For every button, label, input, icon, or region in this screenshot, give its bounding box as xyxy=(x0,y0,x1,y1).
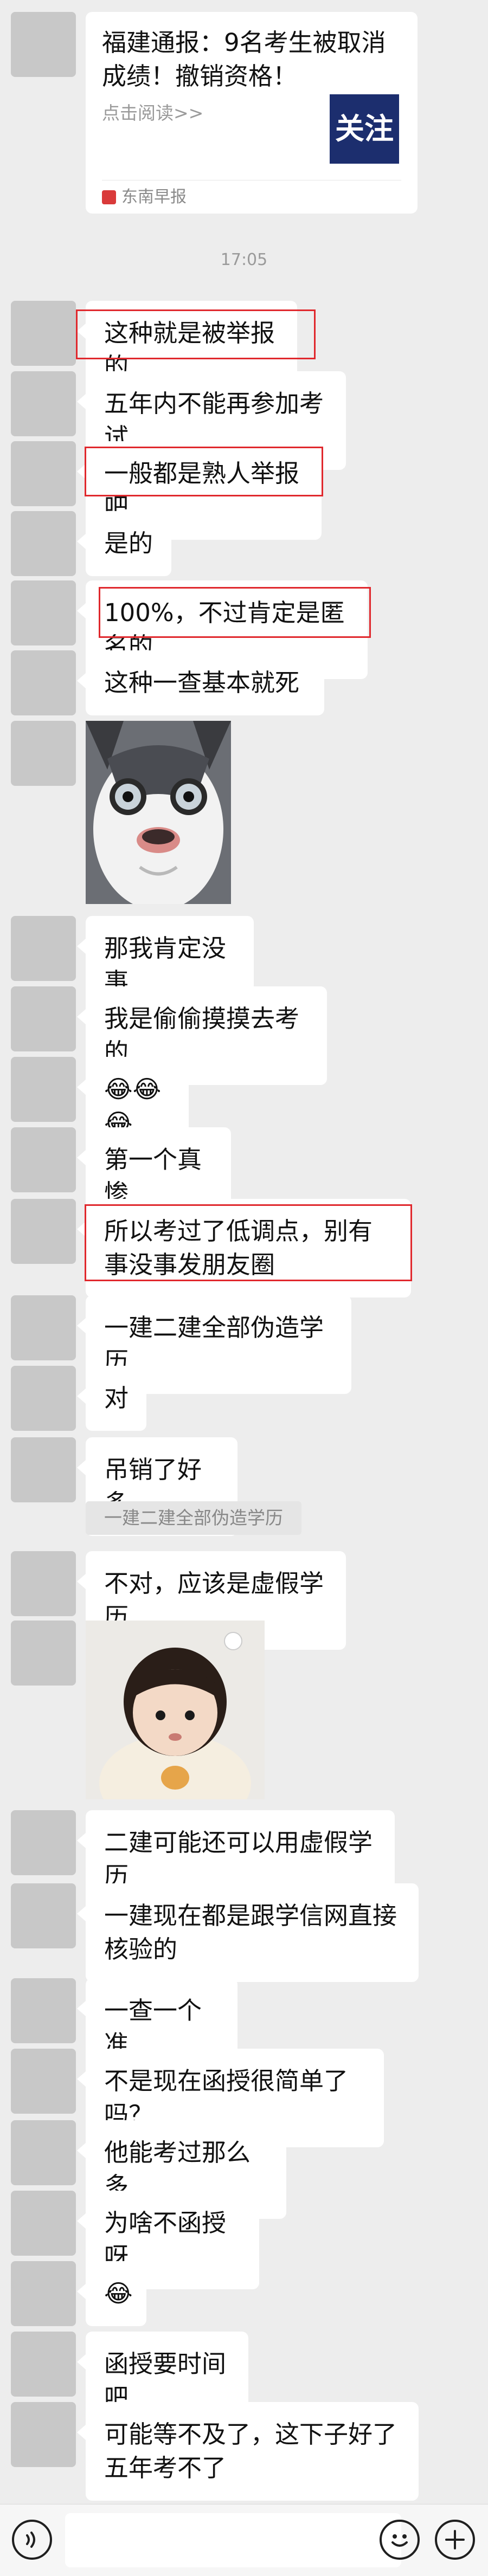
source-name: 东南早报 xyxy=(121,188,187,206)
article-source: 东南早报 xyxy=(102,185,187,209)
article-title: 福建通报：9名考生被取消成绩！撤销资格！ xyxy=(102,28,386,91)
message-row: 这种就是被举报的 xyxy=(0,301,488,399)
input-bar xyxy=(0,2504,488,2576)
avatar[interactable] xyxy=(11,1883,76,1948)
message-row: 那我肯定没事 xyxy=(0,916,488,1015)
message-bubble[interactable]: 这种一查基本就死 xyxy=(77,650,324,715)
message-input[interactable] xyxy=(65,2513,401,2567)
avatar[interactable] xyxy=(11,916,76,981)
avatar[interactable] xyxy=(11,986,76,1051)
chat-view: 福建通报：9名考生被取消成绩！撤销资格！ 点击阅读>> 关注 东南早报 17:0… xyxy=(0,0,488,2575)
message-row: 函授要时间吧 xyxy=(0,2332,488,2430)
message-bubble[interactable]: 可能等不及了，这下子好了五年考不了 xyxy=(77,2402,419,2501)
message-bubble[interactable]: 对 xyxy=(77,1366,146,1431)
message-row: 一查一个准 xyxy=(0,1978,488,2077)
message-row xyxy=(0,1621,488,1805)
article-card[interactable]: 福建通报：9名考生被取消成绩！撤销资格！ 点击阅读>> 关注 东南早报 xyxy=(86,12,418,214)
avatar[interactable] xyxy=(11,721,76,786)
highlight-box xyxy=(85,1204,412,1281)
avatar[interactable] xyxy=(11,2261,76,2326)
avatar[interactable] xyxy=(11,2191,76,2256)
message-row xyxy=(0,721,488,908)
message-row: 是的 xyxy=(0,511,488,576)
avatar[interactable] xyxy=(11,580,76,645)
avatar[interactable] xyxy=(11,371,76,436)
avatar[interactable] xyxy=(11,2120,76,2185)
message-row: 可能等不及了，这下子好了五年考不了 xyxy=(0,2402,488,2501)
message-bubble[interactable]: 是的 xyxy=(77,511,171,576)
voice-button[interactable] xyxy=(12,2520,52,2560)
message-row: 不是现在函授很简单了吗？ xyxy=(0,2049,488,2147)
source-logo-icon xyxy=(102,190,116,204)
article-thumbnail: 关注 xyxy=(330,94,399,164)
avatar[interactable] xyxy=(11,2049,76,2114)
baby-sticker[interactable] xyxy=(86,1621,265,1799)
avatar[interactable] xyxy=(11,1127,76,1192)
emoji-button[interactable] xyxy=(380,2520,420,2560)
message-row: 我是偷偷摸摸去考的 xyxy=(0,986,488,1085)
message-row: 五年内不能再参加考试 xyxy=(0,371,488,470)
avatar[interactable] xyxy=(11,2402,76,2467)
avatar[interactable] xyxy=(11,650,76,715)
avatar[interactable] xyxy=(11,1366,76,1431)
message-row: 第一个真惨 xyxy=(0,1127,488,1226)
highlight-box xyxy=(76,309,316,359)
avatar[interactable] xyxy=(11,1810,76,1875)
message-row: 二建可能还可以用虚假学历 xyxy=(0,1810,488,1909)
avatar[interactable] xyxy=(11,1437,76,1502)
avatar[interactable] xyxy=(11,301,76,366)
avatar[interactable] xyxy=(11,1199,76,1264)
avatar[interactable] xyxy=(11,1295,76,1360)
avatar[interactable] xyxy=(11,12,76,77)
avatar[interactable] xyxy=(11,511,76,576)
message-row: 这种一查基本就死 xyxy=(0,650,488,715)
message-row: 他能考过那么多 xyxy=(0,2120,488,2219)
message-row: 一建现在都是跟学信网直接核验的 xyxy=(0,1883,488,1982)
message-row: 😂😂😂 xyxy=(0,1057,488,1155)
avatar[interactable] xyxy=(11,1057,76,1122)
highlight-box xyxy=(85,447,323,496)
avatar[interactable] xyxy=(11,441,76,506)
plus-icon xyxy=(445,2530,465,2549)
avatar[interactable] xyxy=(11,1551,76,1616)
message-row: 100%，不过肯定是匿名的 xyxy=(0,580,488,679)
voice-icon xyxy=(26,2532,35,2548)
message-row: 一般都是熟人举报吧 xyxy=(0,441,488,540)
highlight-box xyxy=(99,587,371,638)
message-row: 😂 xyxy=(0,2261,488,2326)
message-row: 吊销了好多 xyxy=(0,1437,488,1536)
message-row: 为啥不函授呀 xyxy=(0,2191,488,2289)
message-bubble[interactable]: 😂 xyxy=(77,2261,146,2326)
avatar[interactable] xyxy=(11,1621,76,1686)
read-more-link[interactable]: 点击阅读>> xyxy=(102,99,203,125)
timestamp: 17:05 xyxy=(220,250,268,269)
message-row: 福建通报：9名考生被取消成绩！撤销资格！ 点击阅读>> 关注 东南早报 xyxy=(0,12,488,218)
avatar[interactable] xyxy=(11,1978,76,2043)
more-button[interactable] xyxy=(435,2520,475,2560)
quoted-message[interactable]: 一建二建全部伪造学历 xyxy=(86,1501,301,1535)
husky-sticker[interactable] xyxy=(86,721,231,904)
message-row: 不对，应该是虚假学历 xyxy=(0,1551,488,1650)
message-bubble[interactable]: 一建现在都是跟学信网直接核验的 xyxy=(77,1883,419,1982)
message-row: 一建二建全部伪造学历 xyxy=(0,1295,488,1394)
emoji-icon xyxy=(391,2534,408,2547)
message-row: 对 xyxy=(0,1366,488,1431)
avatar[interactable] xyxy=(11,2332,76,2397)
message-row: 所以考过了低调点，别有事没事发朋友圈 xyxy=(0,1199,488,1297)
